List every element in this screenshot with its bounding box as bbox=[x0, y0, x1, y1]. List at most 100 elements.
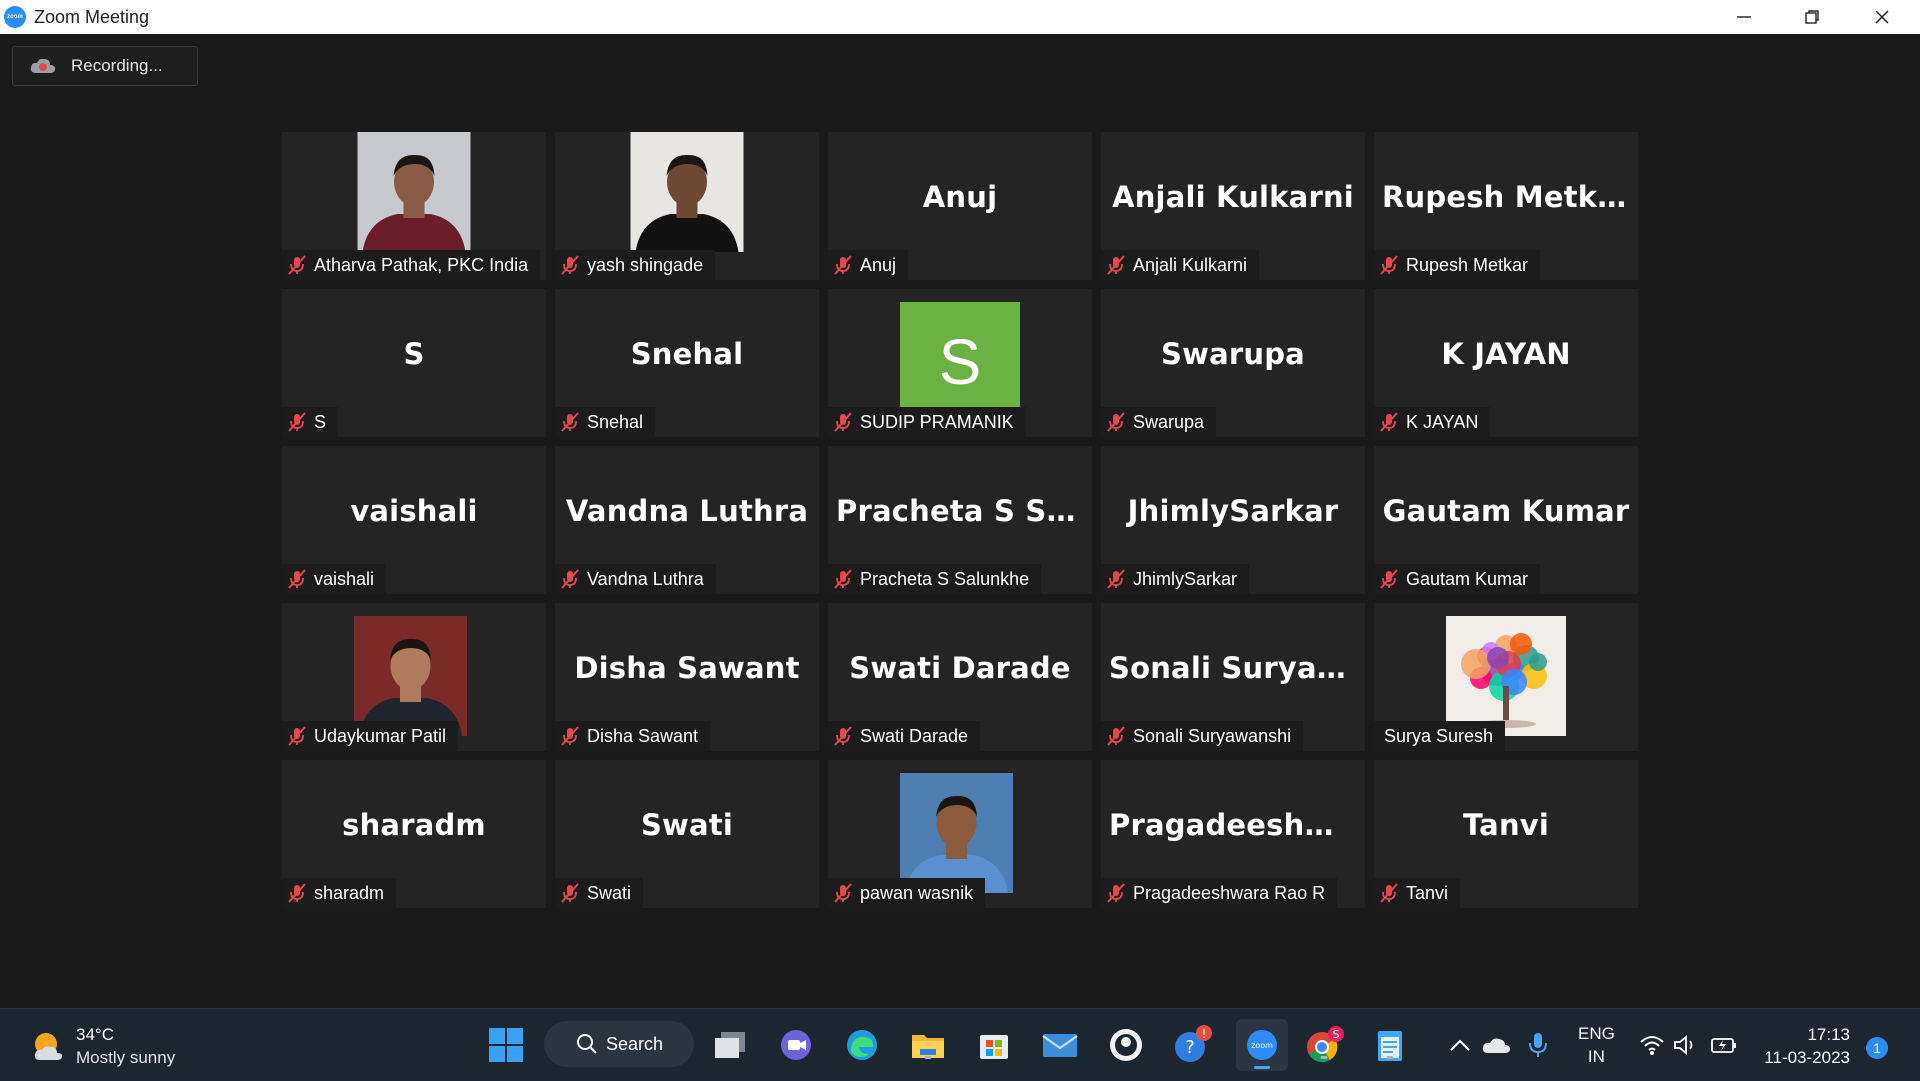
participant-tile-anjali-kulkarni[interactable]: Anjali Kulkarni Anjali Kulkarni bbox=[1101, 132, 1365, 280]
participant-display-name: Snehal bbox=[630, 337, 744, 371]
participant-tile-yash-shingade[interactable]: yash shingade bbox=[555, 132, 819, 280]
participant-name-label: Tanvi bbox=[1374, 878, 1461, 908]
participant-tile-swati[interactable]: Swati Swati bbox=[555, 760, 819, 908]
participant-name-label: Atharva Pathak, PKC India bbox=[282, 250, 541, 280]
taskbar-search[interactable]: Search bbox=[544, 1021, 694, 1067]
participant-tile-sonali-suryawanshi[interactable]: Sonali Suryawa... Sonali Suryawanshi bbox=[1101, 603, 1365, 751]
participant-display-name: Swati bbox=[640, 808, 734, 842]
show-hidden-icons-button[interactable] bbox=[1440, 1025, 1480, 1065]
mail-button[interactable] bbox=[1040, 1025, 1080, 1065]
participant-name-label: JhimlySarkar bbox=[1101, 564, 1250, 594]
volume-button[interactable] bbox=[1666, 1025, 1706, 1065]
edge-icon bbox=[847, 1030, 877, 1060]
microphone-icon bbox=[1529, 1033, 1547, 1057]
task-view-button[interactable] bbox=[710, 1025, 750, 1065]
participant-tile-vaishali[interactable]: vaishali vaishali bbox=[282, 446, 546, 594]
participant-tile-vandna-luthra[interactable]: Vandna Luthra Vandna Luthra bbox=[555, 446, 819, 594]
store-button[interactable] bbox=[974, 1025, 1014, 1065]
participant-tile-pracheta-s-salunkhe[interactable]: Pracheta S Salu... Pracheta S Salunkhe bbox=[828, 446, 1092, 594]
muted-microphone-icon bbox=[1105, 254, 1127, 276]
weather-widget[interactable]: 34°C Mostly sunny bbox=[30, 1023, 175, 1069]
edge-browser-button[interactable] bbox=[842, 1025, 882, 1065]
sun-cloud-icon bbox=[34, 1033, 63, 1060]
svg-text:zoom: zoom bbox=[1251, 1041, 1273, 1050]
participant-tile-sudip-pramanik[interactable]: S SUDIP PRAMANIK bbox=[828, 289, 1092, 437]
store-icon bbox=[980, 1035, 1008, 1059]
participant-tile-sharadm[interactable]: sharadm sharadm bbox=[282, 760, 546, 908]
running-indicator bbox=[1386, 1056, 1394, 1059]
notepad-button[interactable] bbox=[1370, 1025, 1410, 1065]
taskbar-clock[interactable]: 17:13 11-03-2023 bbox=[1760, 1023, 1850, 1069]
participant-tile-swarupa[interactable]: Swarupa Swarupa bbox=[1101, 289, 1365, 437]
participant-name: Vandna Luthra bbox=[587, 568, 704, 589]
participant-display-name: Gautam Kumar bbox=[1382, 494, 1630, 528]
close-button[interactable] bbox=[1852, 0, 1912, 34]
participant-name: Pracheta S Salunkhe bbox=[860, 568, 1030, 589]
zoom-taskbar-button[interactable]: zoom bbox=[1236, 1019, 1288, 1071]
participant-name: Anjali Kulkarni bbox=[1133, 254, 1248, 275]
muted-microphone-icon bbox=[1378, 882, 1400, 904]
participant-tile-jhimlysarkar[interactable]: JhimlySarkar JhimlySarkar bbox=[1101, 446, 1365, 594]
window-title: Zoom Meeting bbox=[34, 6, 150, 27]
clock-date: 11-03-2023 bbox=[1764, 1048, 1850, 1067]
participant-display-name: sharadm bbox=[342, 808, 486, 842]
muted-microphone-icon bbox=[1378, 568, 1400, 590]
muted-microphone-icon bbox=[559, 254, 581, 276]
microphone-button[interactable] bbox=[1518, 1025, 1558, 1065]
participant-display-name: S bbox=[403, 337, 425, 371]
participant-tile-snehal[interactable]: Snehal Snehal bbox=[555, 289, 819, 437]
muted-microphone-icon bbox=[286, 254, 308, 276]
muted-microphone-icon bbox=[559, 882, 581, 904]
participant-tile-surya-suresh[interactable]: Surya Suresh bbox=[1374, 603, 1638, 751]
participant-name: SUDIP PRAMANIK bbox=[860, 411, 1014, 432]
participant-tile-k-jayan[interactable]: K JAYAN K JAYAN bbox=[1374, 289, 1638, 437]
chrome-button[interactable]: S bbox=[1304, 1025, 1344, 1065]
get-help-button[interactable]: ? ! bbox=[1172, 1025, 1212, 1065]
onedrive-button[interactable] bbox=[1476, 1025, 1516, 1065]
muted-microphone-icon bbox=[1105, 568, 1127, 590]
input-language-indicator[interactable]: ENG IN bbox=[1578, 1009, 1615, 1081]
muted-microphone-icon bbox=[1105, 725, 1127, 747]
participant-tile-swati-darade[interactable]: Swati Darade Swati Darade bbox=[828, 603, 1092, 751]
participant-tile-pragadeeshwara-rao-r[interactable]: Pragadeeshwar... Pragadeeshwara Rao R bbox=[1101, 760, 1365, 908]
notification-badge[interactable]: 1 bbox=[1866, 1037, 1888, 1059]
start-button[interactable] bbox=[486, 1025, 526, 1065]
participant-name: S bbox=[314, 411, 327, 432]
participant-name-label: Udaykumar Patil bbox=[282, 721, 459, 751]
restore-button[interactable] bbox=[1782, 0, 1842, 34]
taskbar: 34°C Mostly sunny Search ? ! zoom S ENG … bbox=[0, 1008, 1920, 1081]
muted-microphone-icon bbox=[559, 568, 581, 590]
participant-tile-anuj[interactable]: Anuj Anuj bbox=[828, 132, 1092, 280]
app-button[interactable] bbox=[1106, 1025, 1146, 1065]
participant-video bbox=[354, 616, 474, 736]
muted-microphone-icon bbox=[286, 568, 308, 590]
participant-name-label: pawan wasnik bbox=[828, 878, 986, 908]
participant-tile-gautam-kumar[interactable]: Gautam Kumar Gautam Kumar bbox=[1374, 446, 1638, 594]
participant-tile-disha-sawant[interactable]: Disha Sawant Disha Sawant bbox=[555, 603, 819, 751]
teams-chat-button[interactable] bbox=[776, 1025, 816, 1065]
muted-microphone-icon bbox=[286, 725, 308, 747]
participant-tile-atharva-pathak-pkc-india[interactable]: Atharva Pathak, PKC India bbox=[282, 132, 546, 280]
participant-tile-s[interactable]: SS bbox=[282, 289, 546, 437]
file-explorer-button[interactable] bbox=[908, 1025, 948, 1065]
onedrive-cloud-icon bbox=[1482, 1038, 1510, 1053]
participant-tile-rupesh-metkar[interactable]: Rupesh Metkar Rupesh Metkar bbox=[1374, 132, 1638, 280]
participant-name-label: Rupesh Metkar bbox=[1374, 250, 1541, 280]
minimize-button[interactable] bbox=[1714, 0, 1774, 34]
recording-indicator[interactable]: Recording... bbox=[12, 46, 198, 86]
participant-tile-udaykumar-patil[interactable]: Udaykumar Patil bbox=[282, 603, 546, 751]
participant-display-name: JhimlySarkar bbox=[1127, 494, 1339, 528]
participant-name-label: Swarupa bbox=[1101, 407, 1217, 437]
participant-name-label: Snehal bbox=[555, 407, 656, 437]
participant-tile-tanvi[interactable]: Tanvi Tanvi bbox=[1374, 760, 1638, 908]
participant-name: Swati Darade bbox=[860, 725, 969, 746]
participant-name: pawan wasnik bbox=[860, 882, 974, 903]
minimize-icon bbox=[1737, 16, 1751, 18]
muted-microphone-icon bbox=[832, 882, 854, 904]
muted-microphone-icon bbox=[1378, 411, 1400, 433]
participant-name-label: Anuj bbox=[828, 250, 909, 280]
participant-name: Rupesh Metkar bbox=[1406, 254, 1529, 275]
participant-tile-pawan-wasnik[interactable]: pawan wasnik bbox=[828, 760, 1092, 908]
battery-button[interactable] bbox=[1704, 1025, 1744, 1065]
battery-charging-icon bbox=[1711, 1038, 1736, 1053]
